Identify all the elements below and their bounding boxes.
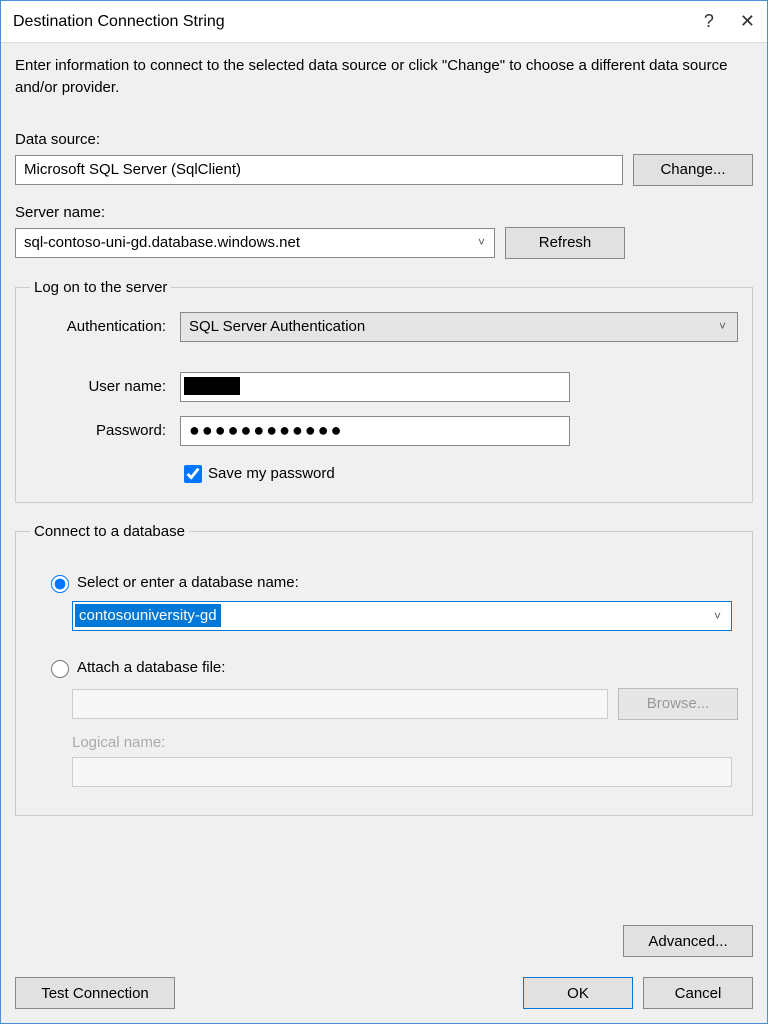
select-db-radio[interactable]	[51, 575, 69, 593]
dialog-buttons-row: Test Connection OK Cancel	[15, 977, 753, 1009]
save-password-row: Save my password	[180, 462, 738, 486]
password-label: Password:	[30, 422, 180, 439]
logon-fieldset: Log on to the server Authentication: ˅ U…	[15, 279, 753, 503]
chevron-down-icon[interactable]: ˅	[713, 319, 732, 333]
connect-db-legend: Connect to a database	[30, 523, 189, 540]
attach-file-input	[72, 689, 608, 719]
password-input[interactable]: ●●●●●●●●●●●●	[189, 420, 343, 441]
test-connection-button[interactable]: Test Connection	[15, 977, 175, 1009]
save-password-label: Save my password	[208, 465, 335, 482]
password-row: Password: ●●●●●●●●●●●●	[30, 416, 738, 446]
dialog-description: Enter information to connect to the sele…	[15, 55, 753, 99]
authentication-label: Authentication:	[30, 318, 180, 335]
logon-legend: Log on to the server	[30, 279, 171, 296]
change-button[interactable]: Change...	[633, 154, 753, 186]
dialog-title: Destination Connection String	[13, 13, 225, 31]
titlebar: Destination Connection String ? ✕	[1, 1, 767, 43]
server-name-input[interactable]	[15, 228, 495, 258]
authentication-select[interactable]	[180, 312, 738, 342]
logical-name-row: Logical name:	[72, 734, 738, 787]
server-name-row: ˅ Refresh	[15, 227, 753, 259]
refresh-button[interactable]: Refresh	[505, 227, 625, 259]
cancel-button[interactable]: Cancel	[643, 977, 753, 1009]
select-db-radio-row: Select or enter a database name:	[46, 572, 738, 593]
save-password-checkbox[interactable]	[184, 465, 202, 483]
connect-db-fieldset: Connect to a database Select or enter a …	[15, 523, 753, 816]
select-db-radio-label: Select or enter a database name:	[77, 574, 299, 591]
server-name-label: Server name:	[15, 204, 753, 221]
authentication-row: Authentication: ˅	[30, 312, 738, 342]
database-name-selected: contosouniversity-gd	[75, 604, 221, 627]
username-label: User name:	[30, 378, 180, 395]
advanced-button[interactable]: Advanced...	[623, 925, 753, 957]
dialog-content: Enter information to connect to the sele…	[1, 43, 767, 1023]
database-name-combo-wrap: contosouniversity-gd ˅	[72, 601, 732, 631]
database-name-combo[interactable]: contosouniversity-gd ˅	[72, 601, 732, 631]
attach-file-row: Browse...	[72, 688, 738, 720]
help-icon[interactable]: ?	[704, 11, 714, 32]
ok-button[interactable]: OK	[523, 977, 633, 1009]
logical-name-label: Logical name:	[72, 734, 738, 751]
attach-db-radio[interactable]	[51, 660, 69, 678]
dialog-window: Destination Connection String ? ✕ Enter …	[0, 0, 768, 1024]
chevron-down-icon[interactable]: ˅	[472, 235, 491, 249]
close-icon[interactable]: ✕	[740, 11, 755, 32]
data-source-input	[15, 155, 623, 185]
advanced-row: Advanced...	[15, 925, 753, 957]
data-source-label: Data source:	[15, 131, 753, 148]
redacted-username	[184, 377, 240, 395]
titlebar-controls: ? ✕	[704, 11, 755, 32]
logical-name-input	[72, 757, 732, 787]
chevron-down-icon[interactable]: ˅	[708, 609, 727, 623]
attach-db-radio-label: Attach a database file:	[77, 659, 225, 676]
browse-button: Browse...	[618, 688, 738, 720]
attach-db-radio-row: Attach a database file:	[46, 657, 738, 678]
username-row: User name:	[30, 372, 738, 402]
data-source-row: Change...	[15, 154, 753, 186]
